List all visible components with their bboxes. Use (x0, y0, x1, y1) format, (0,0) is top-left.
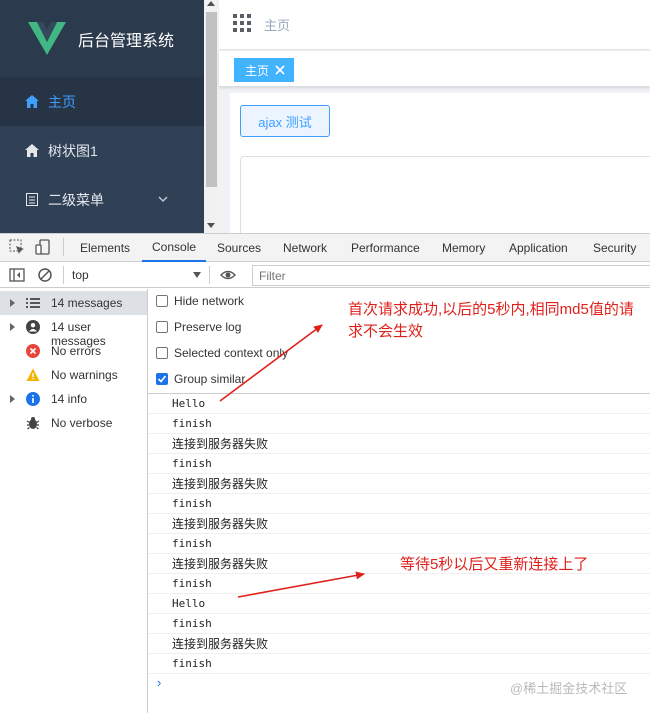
divider (63, 266, 64, 284)
app-title: 后台管理系统 (78, 33, 175, 50)
context-selector[interactable]: top (72, 268, 89, 282)
divider (209, 266, 210, 284)
console-message: Hello (148, 394, 650, 414)
sidebar-item-label: 14 info (51, 392, 88, 406)
sidebar-item-label: 14 messages (51, 296, 123, 310)
sidebar-item-submenu[interactable]: 二级菜单 (0, 175, 204, 224)
clear-console-icon[interactable] (37, 267, 53, 283)
close-icon[interactable] (275, 65, 285, 75)
eye-icon[interactable] (220, 267, 236, 283)
sidebar-item-label: No verbose (51, 416, 113, 430)
checkmark-icon (157, 375, 167, 383)
ajax-test-button[interactable]: ajax 测试 (240, 105, 330, 137)
sidebar-item-info[interactable]: 14 info (0, 387, 147, 411)
console-message: 连接到服务器失败 (148, 634, 650, 654)
divider (63, 238, 64, 256)
inspect-element-icon[interactable] (9, 239, 25, 255)
scroll-up-arrow-icon[interactable] (207, 1, 215, 6)
user-icon (26, 320, 40, 334)
console-message: 连接到服务器失败 (148, 474, 650, 494)
console-message: finish (148, 454, 650, 474)
tab-security[interactable]: Security (593, 234, 636, 262)
breadcrumb[interactable]: 主页 (264, 15, 290, 34)
document-icon (24, 193, 40, 207)
annotation-first-request: 首次请求成功,以后的5秒内,相同md5值的请求不会生效 (348, 301, 634, 340)
hide-network-label: Hide network (174, 294, 245, 308)
tab-sources[interactable]: Sources (217, 234, 261, 262)
sidebar-item-tree[interactable]: 树状图1 (0, 126, 204, 175)
sidebar-item-home[interactable]: 主页 (0, 77, 204, 126)
group-similar-checkbox[interactable] (156, 373, 168, 385)
vue-logo-icon (28, 22, 66, 55)
filter-input[interactable] (252, 265, 650, 286)
preserve-log-checkbox[interactable] (156, 321, 168, 333)
tab-elements[interactable]: Elements (80, 234, 130, 262)
scrollbar-thumb[interactable] (206, 12, 217, 187)
expand-arrow-icon[interactable] (10, 299, 15, 307)
console-message: finish (148, 574, 650, 594)
sidebar-item-label: 二级菜单 (48, 191, 104, 208)
grid-menu-icon[interactable] (233, 14, 251, 32)
expand-arrow-icon[interactable] (10, 395, 15, 403)
console-message: finish (148, 654, 650, 674)
tab-application[interactable]: Application (509, 234, 568, 262)
console-prompt-icon[interactable]: › (157, 675, 161, 690)
group-similar-label: Group similar (174, 372, 246, 386)
sidebar-item-label: 树状图1 (48, 142, 98, 159)
sidebar-item-messages[interactable]: 14 messages (0, 291, 147, 315)
dropdown-arrow-icon[interactable] (193, 272, 201, 278)
expand-arrow-icon[interactable] (10, 323, 15, 331)
warning-icon (26, 368, 40, 381)
selected-context-checkbox[interactable] (156, 347, 168, 359)
sidebar-item-label: 主页 (48, 93, 76, 110)
web-app-viewport: 后台管理系统 主页 树状图1 二级菜单 主页 主页 ajax 测试 (0, 0, 650, 233)
console-message: 连接到服务器失败 (148, 434, 650, 454)
watermark: @稀土掘金技术社区 (510, 681, 628, 696)
sidebar-item-label: No warnings (51, 368, 118, 382)
tag-home[interactable]: 主页 (234, 58, 295, 82)
list-icon (26, 298, 40, 308)
console-message: finish (148, 414, 650, 434)
tab-performance[interactable]: Performance (351, 234, 420, 262)
home-icon (24, 95, 40, 109)
bug-icon (26, 417, 40, 430)
error-icon (26, 344, 40, 358)
sidebar-item-label: No errors (51, 344, 102, 358)
console-message: finish (148, 534, 650, 554)
console-message: Hello (148, 594, 650, 614)
scroll-down-arrow-icon[interactable] (207, 223, 215, 228)
sidebar-item-user-messages[interactable]: 14 user messages (0, 315, 147, 348)
sidebar-toggle-icon[interactable] (9, 267, 25, 283)
sidebar-header: 后台管理系统 (0, 0, 204, 77)
tag-label: 主页 (245, 63, 270, 78)
sidebar-item-errors[interactable]: No errors (0, 339, 147, 363)
sidebar-item-warnings[interactable]: No warnings (0, 363, 147, 387)
console-message: 连接到服务器失败 (148, 514, 650, 534)
device-toolbar-icon[interactable] (35, 239, 51, 255)
home-icon (24, 144, 40, 158)
preserve-log-label: Preserve log (174, 320, 242, 334)
info-icon (26, 392, 40, 406)
selected-context-label: Selected context only (174, 346, 289, 360)
app-window: 后台管理系统 主页 树状图1 二级菜单 主页 主页 ajax 测试 Elemen… (0, 0, 650, 713)
hide-network-checkbox[interactable] (156, 295, 168, 307)
sidebar-item-verbose[interactable]: No verbose (0, 411, 147, 435)
console-message: finish (148, 614, 650, 634)
tab-console[interactable]: Console (142, 234, 207, 262)
annotation-reconnect: 等待5秒以后又重新连接上了 (400, 556, 589, 573)
chevron-down-icon (158, 196, 168, 203)
tab-memory[interactable]: Memory (442, 234, 485, 262)
tab-network[interactable]: Network (283, 234, 327, 262)
console-message: finish (148, 494, 650, 514)
result-textarea[interactable] (240, 156, 650, 233)
